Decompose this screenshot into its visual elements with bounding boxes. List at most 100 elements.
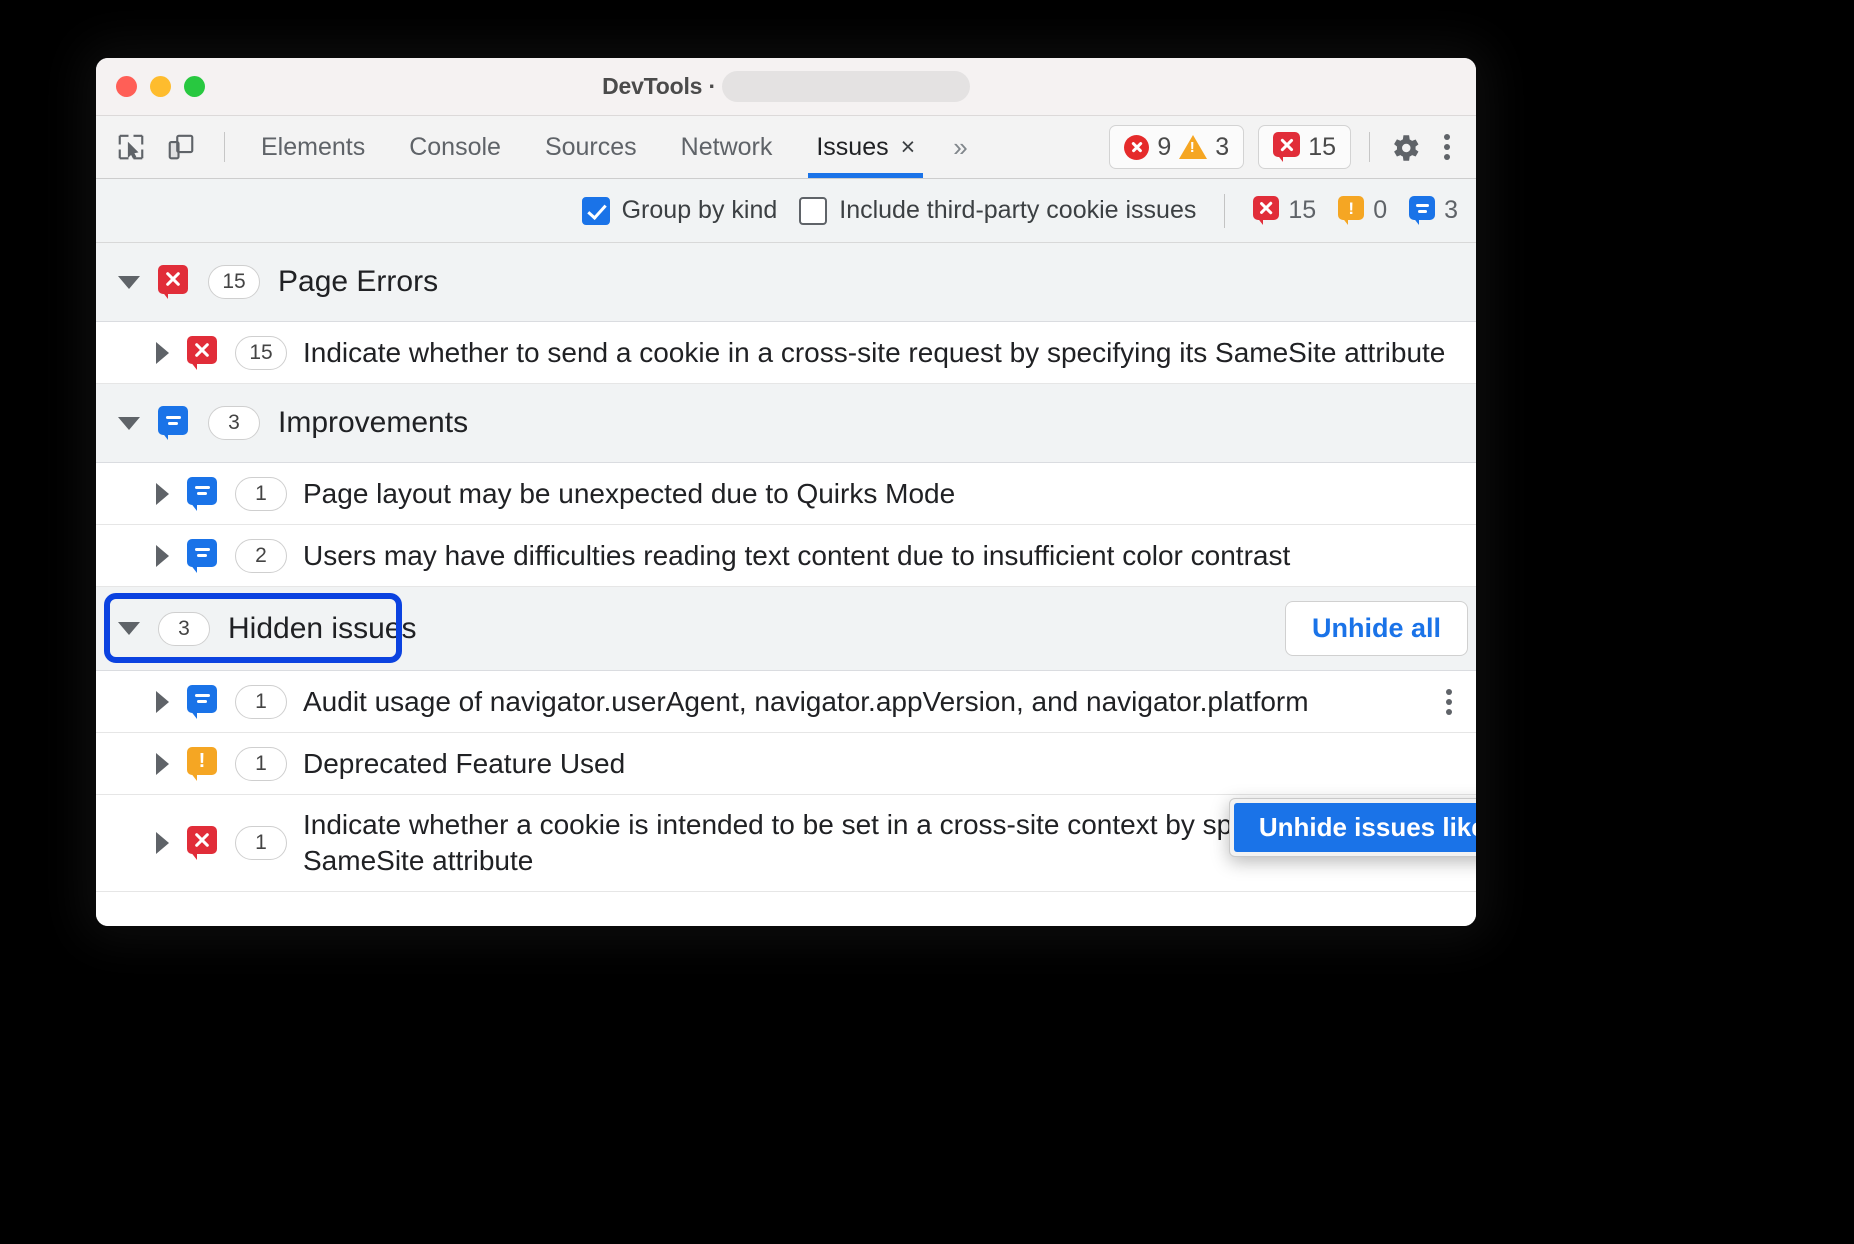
- include-third-party-checkbox[interactable]: Include third-party cookie issues: [799, 196, 1196, 225]
- checkbox-box[interactable]: [582, 197, 610, 225]
- warning-triangle-icon: [1179, 135, 1207, 159]
- group-header-hidden-issues[interactable]: 3 Hidden issues Unhide all: [96, 587, 1476, 671]
- filter-warning-count: ! 0: [1338, 196, 1387, 225]
- console-counter[interactable]: 9 3: [1109, 125, 1244, 169]
- group-count-badge: 3: [158, 612, 210, 646]
- error-circle-icon: [1124, 135, 1149, 160]
- issue-count-badge: 1: [235, 826, 287, 860]
- warning-count: 3: [1215, 133, 1229, 162]
- more-tabs-icon[interactable]: »: [937, 132, 980, 163]
- window-titlebar: DevTools ·: [96, 58, 1476, 116]
- chevron-down-icon[interactable]: [118, 417, 140, 430]
- tab-sources[interactable]: Sources: [523, 116, 659, 178]
- tab-label: Sources: [545, 133, 637, 162]
- row-context-menu: Unhide issues like this: [1229, 798, 1476, 857]
- filterbar-divider: [1224, 194, 1225, 228]
- group-header-page-errors[interactable]: 15 Page Errors: [96, 243, 1476, 322]
- row-kebab-menu-icon[interactable]: [1446, 689, 1452, 715]
- group-title: Hidden issues: [228, 612, 416, 646]
- warning-bubble-icon: !: [1338, 196, 1364, 225]
- tab-elements[interactable]: Elements: [239, 116, 387, 178]
- error-count: 9: [1157, 133, 1171, 162]
- tab-label: Console: [409, 133, 501, 162]
- devtools-tabbar: Elements Console Sources Network Issues …: [96, 116, 1476, 179]
- issue-title: Audit usage of navigator.userAgent, navi…: [303, 684, 1309, 720]
- issues-count: 15: [1308, 133, 1336, 162]
- issue-count-badge: 15: [235, 336, 287, 370]
- count-value: 3: [1444, 196, 1458, 225]
- error-bubble-icon: [158, 265, 188, 299]
- issue-row[interactable]: 2 Users may have difficulties reading te…: [96, 525, 1476, 587]
- issue-title: Page layout may be unexpected due to Qui…: [303, 476, 955, 512]
- panel-tabs: Elements Console Sources Network Issues …: [239, 116, 981, 178]
- kebab-menu-icon[interactable]: [1434, 134, 1460, 160]
- tab-console[interactable]: Console: [387, 116, 523, 178]
- error-bubble-icon: [1273, 132, 1300, 162]
- checkbox-box[interactable]: [799, 197, 827, 225]
- devtools-window: DevTools ·: [96, 58, 1476, 926]
- chevron-right-icon[interactable]: [156, 342, 169, 364]
- zoom-window-button[interactable]: [184, 76, 205, 97]
- tab-label: Elements: [261, 133, 365, 162]
- chevron-right-icon[interactable]: [156, 832, 169, 854]
- checkbox-label: Include third-party cookie issues: [839, 196, 1196, 225]
- gear-icon[interactable]: [1388, 131, 1420, 163]
- minimize-window-button[interactable]: [150, 76, 171, 97]
- error-bubble-icon: [187, 826, 217, 860]
- group-count-badge: 15: [208, 265, 260, 299]
- issue-title: Users may have difficulties reading text…: [303, 538, 1290, 574]
- tab-label: Network: [681, 133, 773, 162]
- group-header-improvements[interactable]: 3 Improvements: [96, 384, 1476, 463]
- group-by-kind-checkbox[interactable]: Group by kind: [582, 196, 778, 225]
- cursor-select-icon[interactable]: [110, 126, 152, 168]
- issue-row[interactable]: ! 1 Deprecated Feature Used: [96, 733, 1476, 795]
- tab-network[interactable]: Network: [659, 116, 795, 178]
- window-title-area: DevTools ·: [96, 58, 1476, 115]
- context-menu-item-unhide-like-this[interactable]: Unhide issues like this: [1234, 803, 1476, 852]
- tabbar-tool-icons: [96, 126, 239, 168]
- warning-bubble-icon: !: [187, 747, 217, 781]
- improvement-bubble-icon: [187, 477, 217, 511]
- chevron-down-icon[interactable]: [118, 276, 140, 289]
- issue-row[interactable]: 15 Indicate whether to send a cookie in …: [96, 322, 1476, 384]
- redacted-title-pill: [722, 71, 970, 102]
- count-value: 15: [1288, 196, 1316, 225]
- right-divider: [1369, 132, 1370, 162]
- window-title: DevTools ·: [602, 73, 716, 100]
- group-title: Improvements: [278, 406, 468, 440]
- issues-counter[interactable]: 15: [1258, 125, 1351, 169]
- issue-count-badge: 1: [235, 685, 287, 719]
- chevron-right-icon[interactable]: [156, 691, 169, 713]
- tab-issues[interactable]: Issues ×: [794, 116, 937, 178]
- issues-filter-bar: Group by kind Include third-party cookie…: [96, 179, 1476, 243]
- chevron-down-icon[interactable]: [118, 622, 140, 635]
- issue-row[interactable]: 1 Page layout may be unexpected due to Q…: [96, 463, 1476, 525]
- group-title: Page Errors: [278, 265, 438, 299]
- chevron-right-icon[interactable]: [156, 483, 169, 505]
- count-value: 0: [1373, 196, 1387, 225]
- issue-title: Indicate whether to send a cookie in a c…: [303, 335, 1445, 371]
- screenshot-root: DevTools ·: [0, 0, 1854, 1244]
- tab-label: Issues: [816, 133, 888, 162]
- close-icon[interactable]: ×: [901, 133, 916, 162]
- error-bubble-icon: [1253, 196, 1279, 225]
- tabbar-divider: [224, 132, 225, 162]
- chevron-right-icon[interactable]: [156, 753, 169, 775]
- filter-error-count: 15: [1253, 196, 1316, 225]
- improvement-bubble-icon: [187, 685, 217, 719]
- issue-row[interactable]: 1 Audit usage of navigator.userAgent, na…: [96, 671, 1476, 733]
- issue-title: Deprecated Feature Used: [303, 746, 625, 782]
- traffic-light-group: [96, 76, 205, 97]
- improvement-bubble-icon: [1409, 196, 1435, 225]
- tabbar-right-controls: 9 3 15: [1109, 125, 1476, 169]
- issue-count-badge: 1: [235, 747, 287, 781]
- group-count-badge: 3: [208, 406, 260, 440]
- issue-count-badge: 2: [235, 539, 287, 573]
- improvement-bubble-icon: [158, 406, 188, 440]
- error-bubble-icon: [187, 336, 217, 370]
- unhide-all-button[interactable]: Unhide all: [1285, 601, 1468, 656]
- chevron-right-icon[interactable]: [156, 545, 169, 567]
- device-toolbar-icon[interactable]: [160, 126, 202, 168]
- checkbox-label: Group by kind: [622, 196, 778, 225]
- close-window-button[interactable]: [116, 76, 137, 97]
